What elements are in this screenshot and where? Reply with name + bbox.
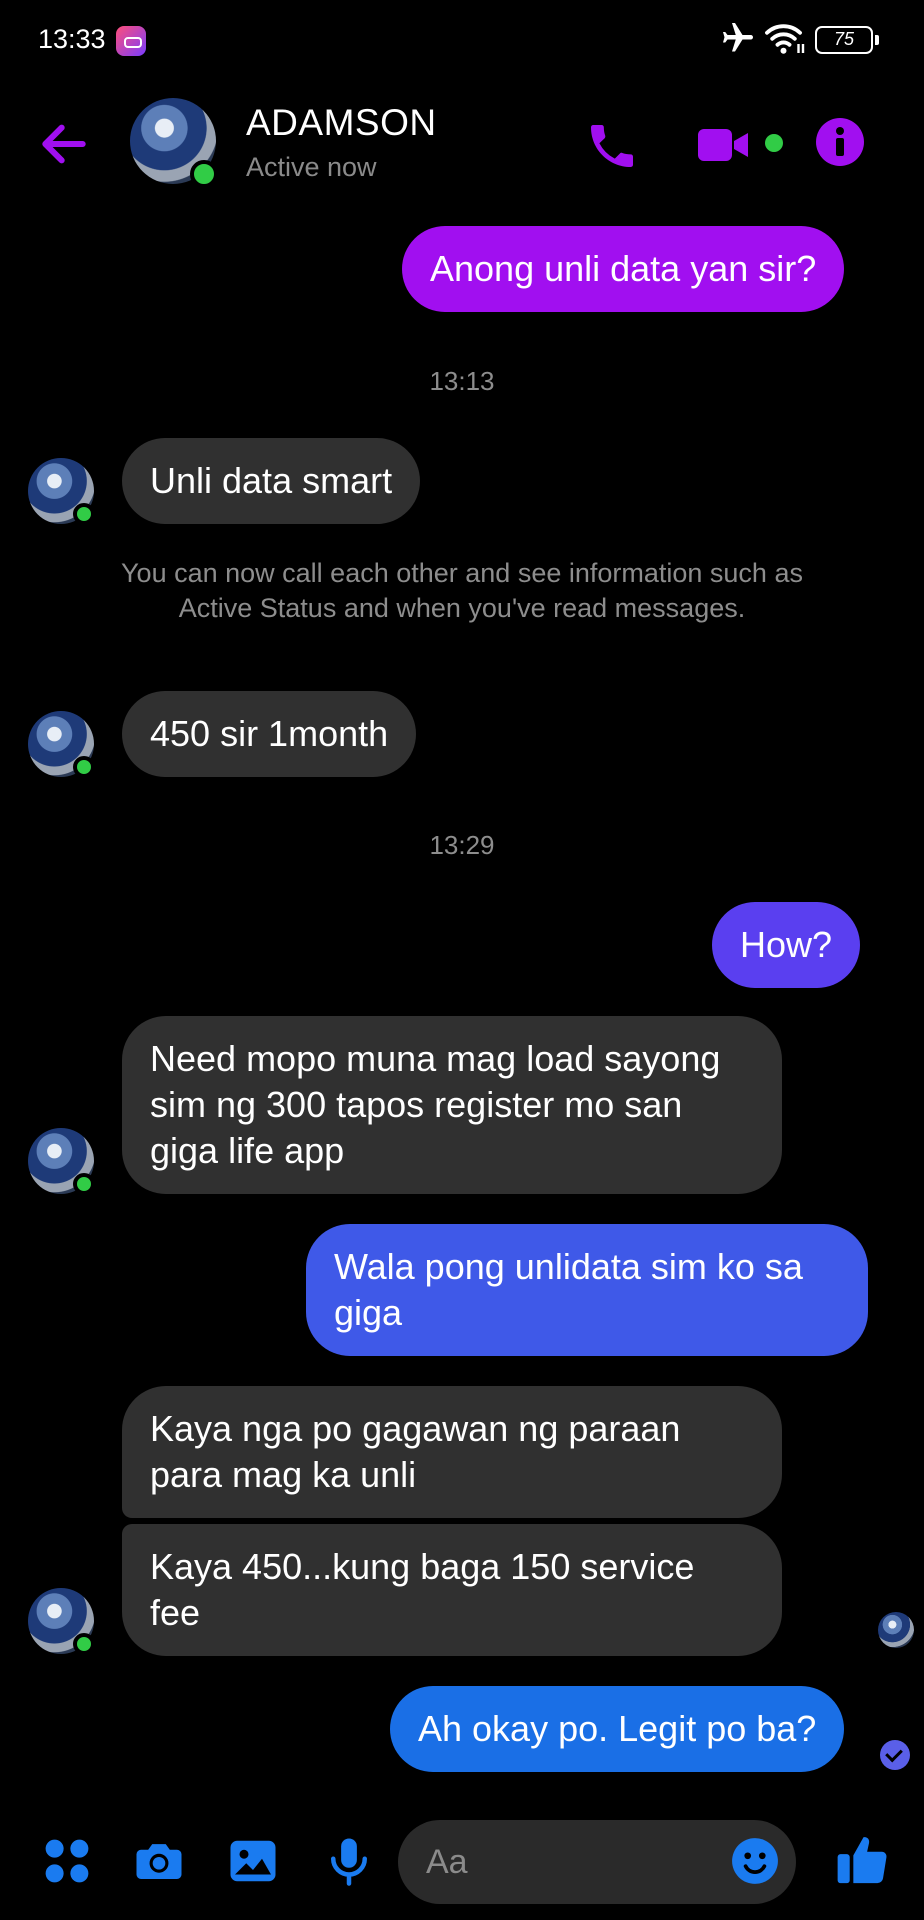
video-online-dot [765,134,783,152]
battery-icon: 75 [815,26,879,54]
gallery-icon[interactable] [226,1834,280,1888]
message-incoming[interactable]: Kaya 450...kung baga 150 service fee [122,1524,782,1656]
message-incoming[interactable]: 450 sir 1month [122,691,417,777]
contact-status: Active now [246,152,377,182]
online-indicator [73,503,95,525]
timestamp: 13:13 [429,366,495,396]
status-bar: 13:33 75 [0,0,924,80]
menu-dots-icon[interactable] [40,1834,94,1888]
info-icon[interactable] [816,118,864,166]
message-incoming[interactable]: Need mopo muna mag load sayong sim ng 30… [122,1016,782,1194]
timestamp: 13:29 [429,830,495,860]
message-input-box[interactable] [398,1820,796,1904]
conversation-header: ADAMSON Active now [0,90,924,200]
microphone-icon[interactable] [322,1834,376,1888]
online-indicator [190,160,218,188]
camera-icon[interactable] [132,1834,186,1888]
message-input[interactable] [426,1820,726,1904]
back-arrow-icon[interactable] [36,116,92,172]
online-indicator [73,756,95,778]
message-outgoing[interactable]: Anong unli data yan sir? [402,226,845,312]
composer-bar [0,1800,924,1920]
message-outgoing[interactable]: How? [712,902,861,988]
message-incoming[interactable]: Kaya nga po gagawan ng paraan para mag k… [122,1386,782,1518]
message-outgoing[interactable]: Wala pong unlidata sim ko sa giga [306,1224,868,1356]
online-indicator [73,1173,95,1195]
seen-indicator-avatar [878,1612,914,1648]
airplane-icon [723,23,753,52]
system-message: You can now call each other and see info… [121,558,803,623]
video-camera-icon[interactable] [696,120,756,170]
online-indicator [73,1633,95,1655]
emoji-icon[interactable] [730,1836,780,1886]
message-outgoing[interactable]: Ah okay po. Legit po ba? [390,1686,845,1772]
delivered-check-icon [880,1740,910,1770]
status-time: 13:33 [38,24,106,54]
battery-level: 75 [833,29,855,49]
phone-icon[interactable] [584,118,640,174]
app-notification-icon [116,26,146,56]
wifi-icon [765,24,805,54]
message-incoming[interactable]: Unli data smart [122,438,421,524]
contact-name[interactable]: ADAMSON [246,102,437,144]
thumbs-up-icon[interactable] [834,1830,892,1888]
